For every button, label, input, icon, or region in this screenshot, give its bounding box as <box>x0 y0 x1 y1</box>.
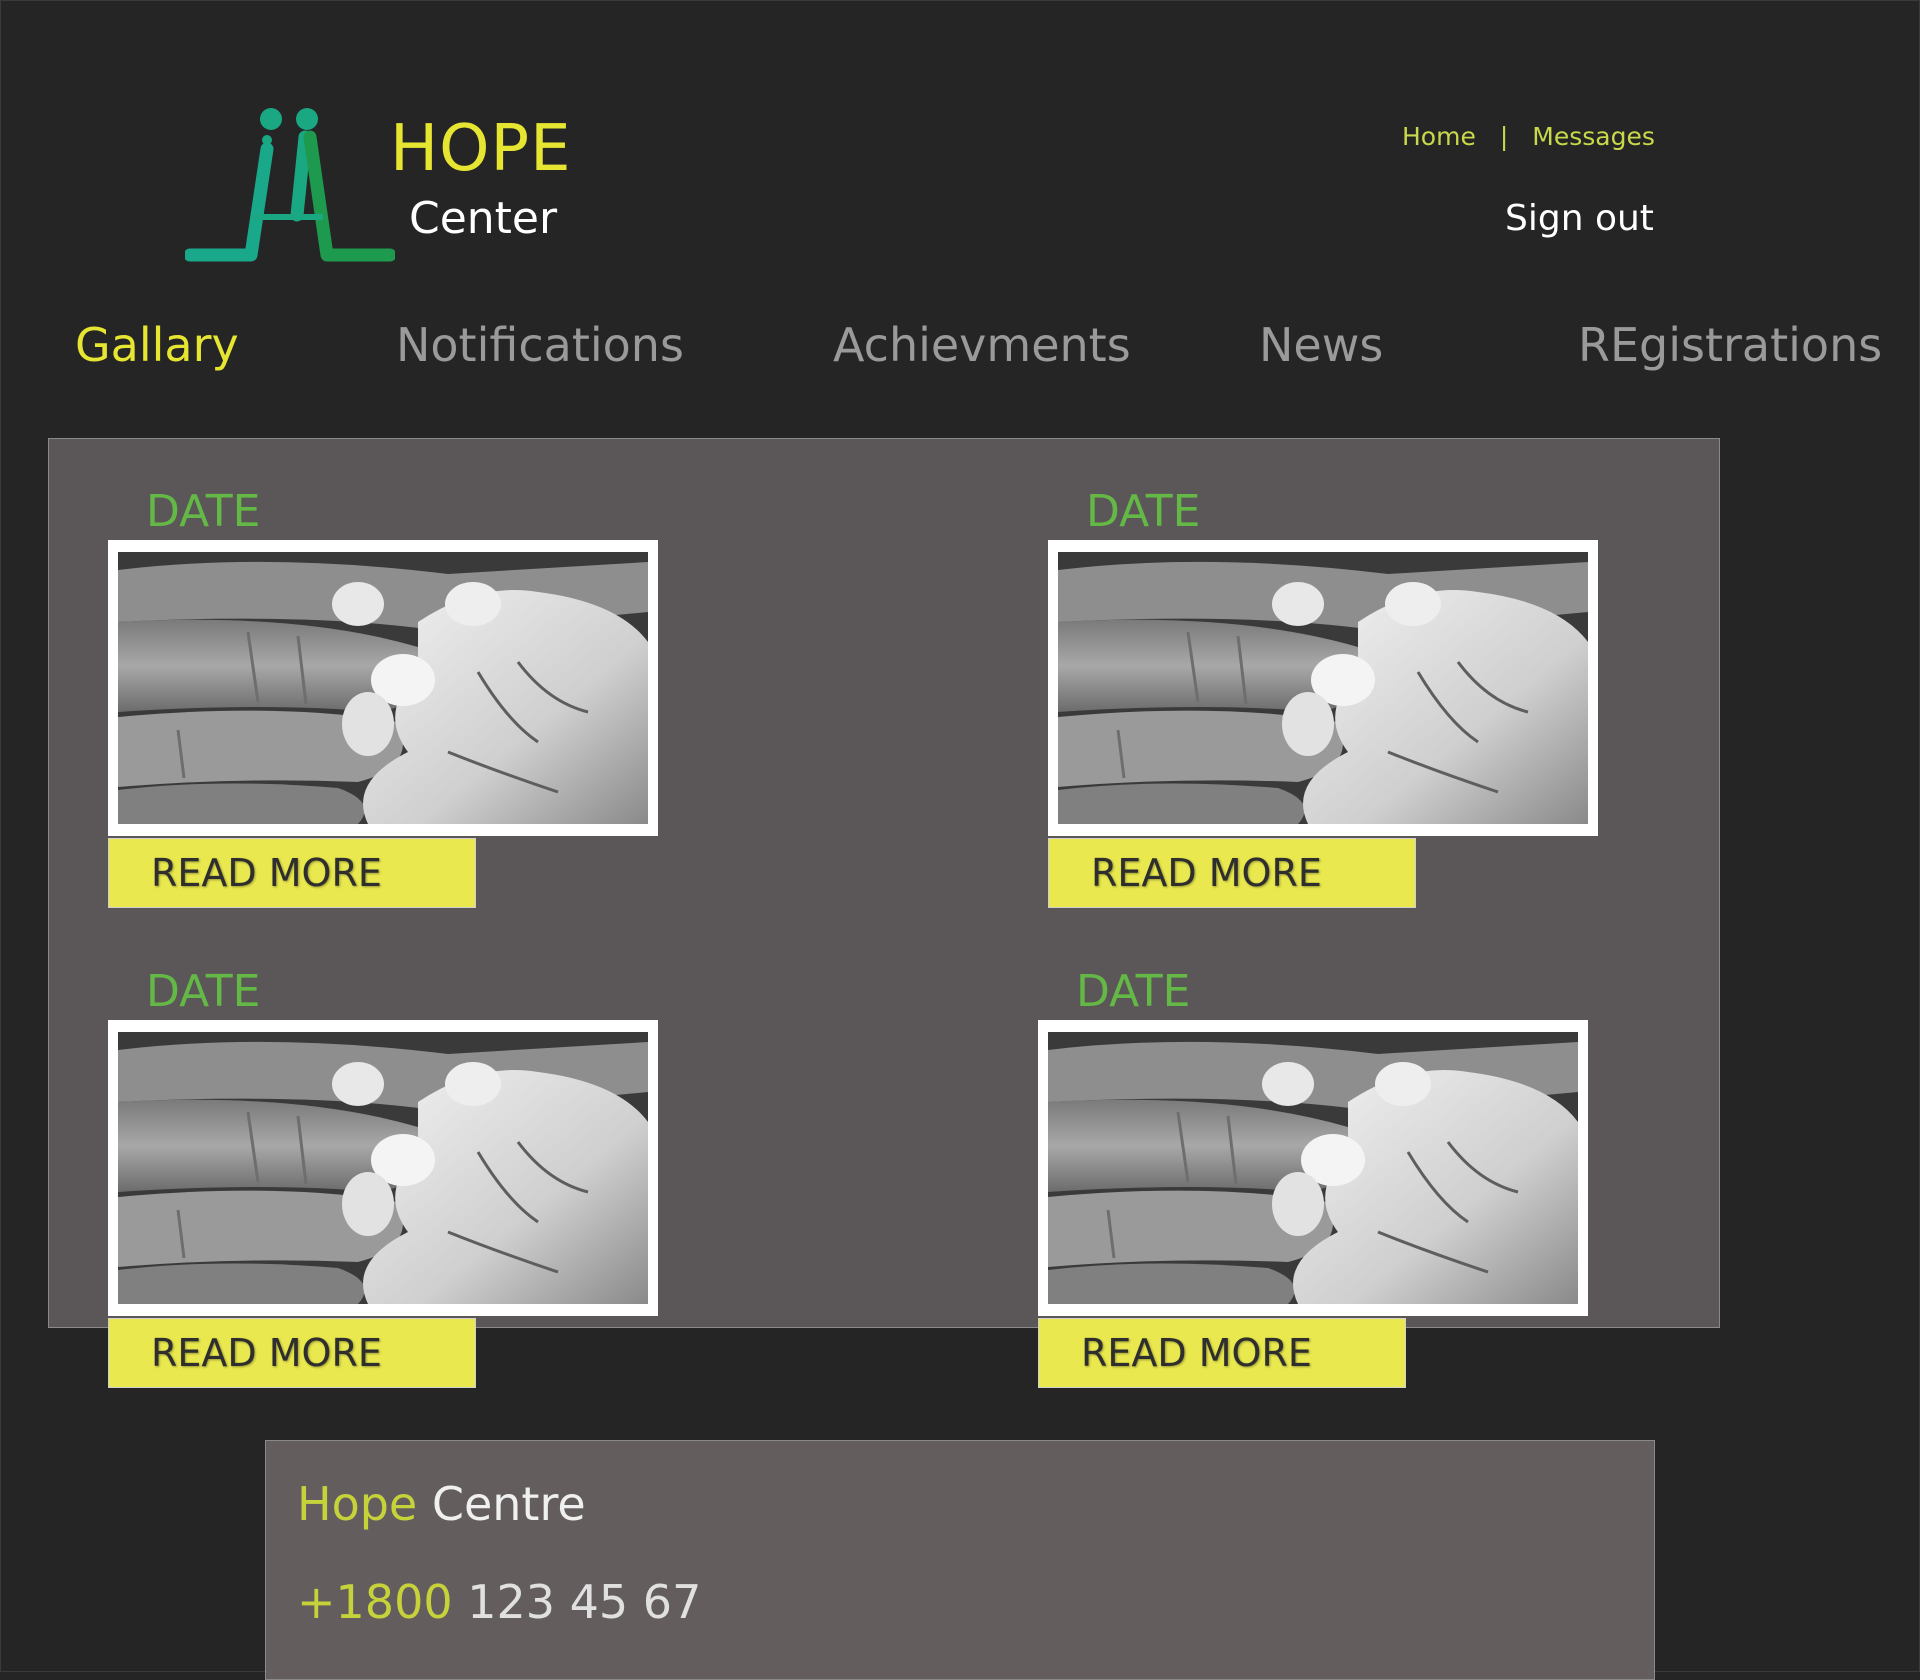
card-photo[interactable] <box>108 540 658 836</box>
card-date: DATE <box>146 486 261 537</box>
hands-photo-image <box>118 1032 648 1304</box>
gallery-card: DATE READ MORE <box>108 442 668 908</box>
card-date: DATE <box>1086 486 1201 537</box>
main-nav: Gallary Notifications Achievments News R… <box>0 318 1920 378</box>
logo-subtitle: Center <box>409 193 558 244</box>
messages-link[interactable]: Messages <box>1532 122 1655 151</box>
sign-out-link[interactable]: Sign out <box>1505 198 1654 239</box>
footer-phone-prefix: +1800 <box>297 1575 453 1629</box>
footer-name-rest: Centre <box>431 1477 586 1531</box>
logo-figures-icon <box>185 108 395 262</box>
footer-contact: Hope Centre +1800 123 45 67 <box>265 1440 1655 1680</box>
home-link[interactable]: Home <box>1402 122 1476 151</box>
nav-item-news[interactable]: News <box>1259 318 1383 372</box>
footer-phone[interactable]: +1800 123 45 67 <box>297 1575 701 1629</box>
gallery-card: DATE READ MORE <box>1048 442 1608 908</box>
read-more-button[interactable]: READ MORE <box>108 838 476 908</box>
read-more-button[interactable]: READ MORE <box>1048 838 1416 908</box>
card-photo[interactable] <box>1038 1020 1588 1316</box>
hands-photo-image <box>1058 552 1588 824</box>
nav-item-gallary[interactable]: Gallary <box>75 318 239 372</box>
read-more-button[interactable]: READ MORE <box>1038 1318 1406 1388</box>
footer-org-name: Hope Centre <box>297 1477 586 1531</box>
gallery-card: DATE READ MORE <box>108 922 668 1388</box>
hands-photo-image <box>1048 1032 1578 1304</box>
footer-phone-number: 123 45 67 <box>467 1575 702 1629</box>
nav-item-achievments[interactable]: Achievments <box>833 318 1131 372</box>
gallery-card: DATE READ MORE <box>1038 922 1598 1388</box>
hands-photo-image <box>118 552 648 824</box>
card-photo[interactable] <box>1048 540 1598 836</box>
nav-item-registrations[interactable]: REgistrations <box>1578 318 1882 372</box>
card-date: DATE <box>1076 966 1191 1017</box>
card-photo[interactable] <box>108 1020 658 1316</box>
nav-item-notifications[interactable]: Notifications <box>396 318 684 372</box>
card-date: DATE <box>146 966 261 1017</box>
logo-title: HOPE <box>390 112 572 186</box>
footer-name-highlight: Hope <box>297 1477 418 1531</box>
top-links: Home | Messages <box>1402 122 1655 151</box>
read-more-button[interactable]: READ MORE <box>108 1318 476 1388</box>
link-separator: | <box>1499 122 1509 151</box>
